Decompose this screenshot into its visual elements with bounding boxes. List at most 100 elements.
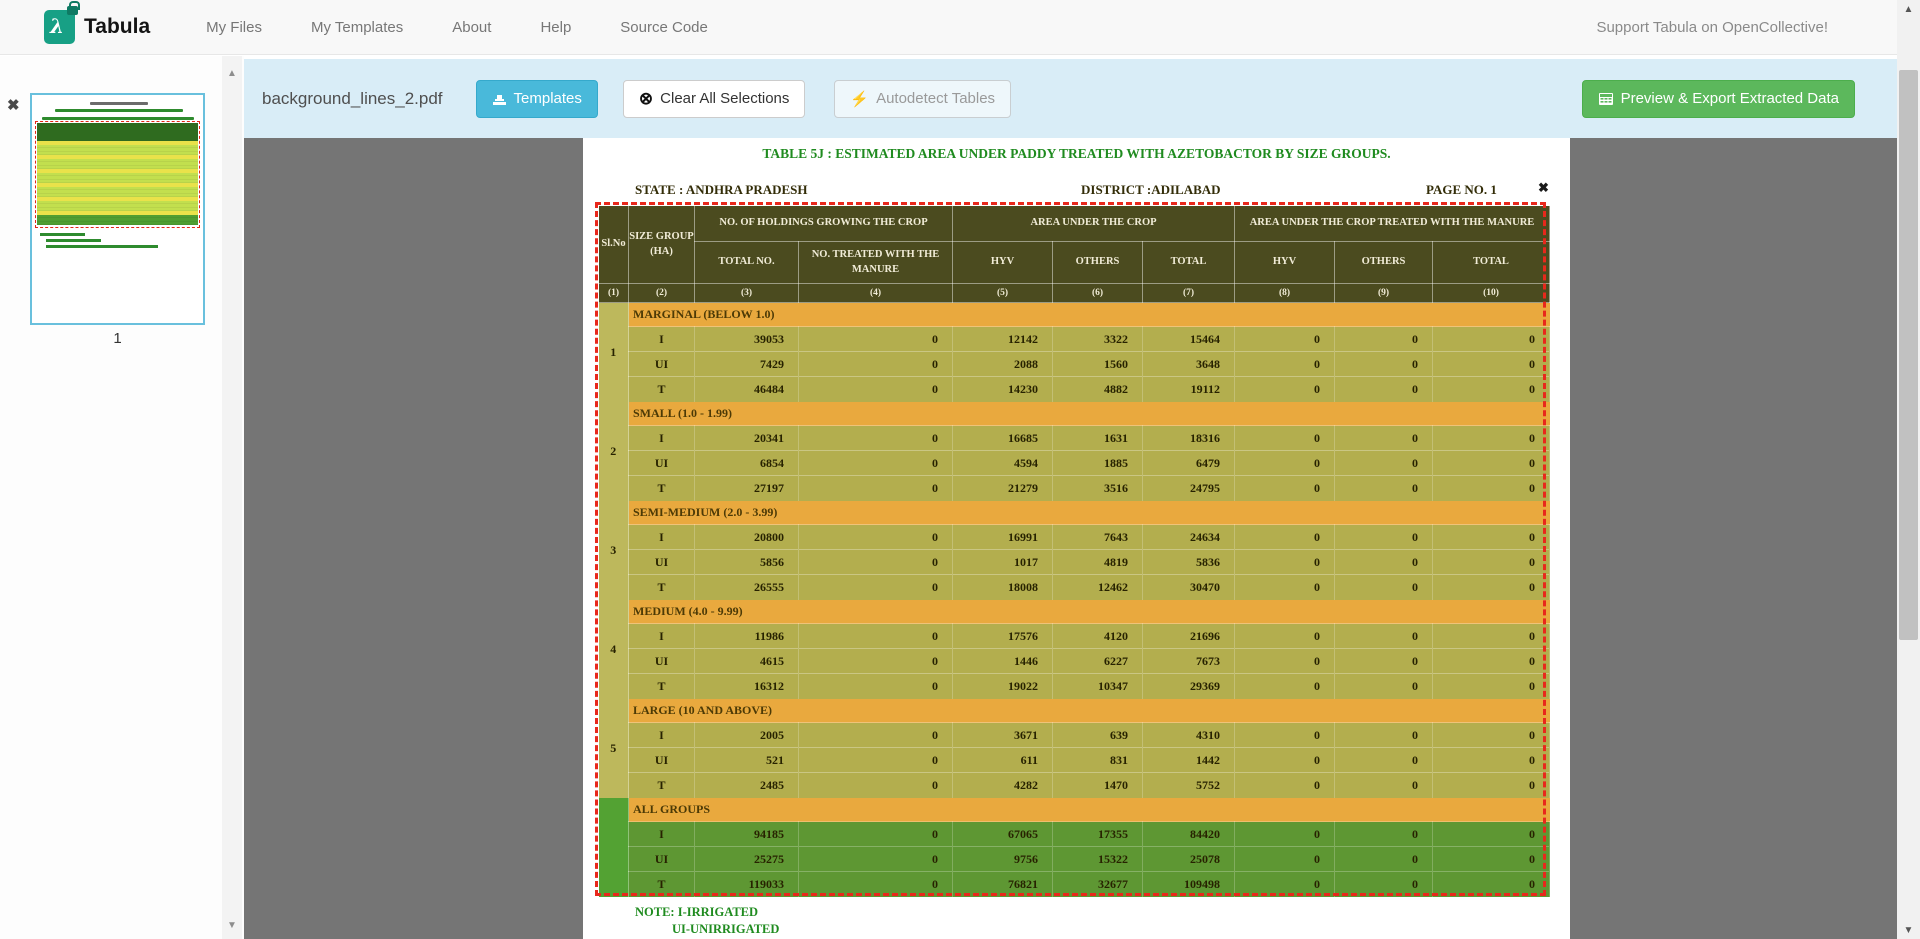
value-cell: 6479 — [1143, 451, 1235, 476]
row-type-cell: T — [629, 476, 695, 501]
value-cell: 0 — [1235, 847, 1335, 872]
sidebar-scroll-down-icon[interactable]: ▼ — [222, 920, 242, 931]
value-cell: 0 — [1335, 773, 1433, 798]
table-row: UI46150144662277673000 — [599, 649, 1550, 674]
value-cell: 0 — [1433, 773, 1550, 798]
pdf-table-body: 1MARGINAL (BELOW 1.0)I390530121423322154… — [599, 303, 1550, 897]
clear-all-selections-button[interactable]: ⊗ Clear All Selections — [623, 80, 805, 118]
value-cell: 0 — [1235, 822, 1335, 847]
toolbar: background_lines_2.pdf Templates ⊗ Clear… — [244, 59, 1897, 138]
page-thumbnail[interactable] — [30, 93, 205, 325]
support-link[interactable]: Support Tabula on OpenCollective! — [1596, 19, 1828, 36]
value-cell: 0 — [1235, 426, 1335, 451]
row-type-cell: UI — [629, 550, 695, 575]
thumbnail-page-number: 1 — [30, 330, 205, 347]
value-cell: 10347 — [1053, 674, 1143, 699]
value-cell: 67065 — [953, 822, 1053, 847]
value-cell: 0 — [1335, 327, 1433, 352]
selection-close-button[interactable]: ✖ — [1538, 180, 1549, 196]
value-cell: 2088 — [953, 352, 1053, 377]
pdf-table-title: TABLE 5J : ESTIMATED AREA UNDER PADDY TR… — [583, 146, 1570, 162]
thumb-table-body — [37, 141, 198, 225]
value-cell: 24634 — [1143, 525, 1235, 550]
value-cell: 0 — [1235, 773, 1335, 798]
pdf-note-line: UI-UNIRRIGATED — [672, 922, 779, 937]
templates-button[interactable]: Templates — [476, 80, 598, 118]
header-area-group: AREA UNDER THE CROP — [953, 206, 1235, 242]
row-type-cell: I — [629, 723, 695, 748]
value-cell: 16312 — [695, 674, 799, 699]
sidebar-scrollbar[interactable]: ▲ ▼ — [222, 56, 242, 939]
value-cell: 0 — [1335, 451, 1433, 476]
thumb-subtitle-line — [55, 109, 183, 112]
value-cell: 29369 — [1143, 674, 1235, 699]
row-type-cell: T — [629, 773, 695, 798]
value-cell: 0 — [799, 550, 953, 575]
column-number-cell: (9) — [1335, 284, 1433, 303]
value-cell: 0 — [1433, 847, 1550, 872]
nav-link-source-code[interactable]: Source Code — [620, 19, 708, 36]
value-cell: 0 — [1433, 377, 1550, 402]
nav-link-help[interactable]: Help — [540, 19, 571, 36]
value-cell: 19112 — [1143, 377, 1235, 402]
value-cell: 0 — [799, 476, 953, 501]
thumb-mini-table — [37, 123, 198, 225]
clear-button-label: Clear All Selections — [660, 90, 789, 107]
brand-name: Tabula — [84, 15, 150, 39]
slno-cell: 1 — [599, 303, 629, 402]
header-column-numbers: (1)(2)(3)(4)(5)(6)(7)(8)(9)(10) — [599, 284, 1550, 303]
value-cell: 0 — [1335, 426, 1433, 451]
value-cell: 0 — [1433, 525, 1550, 550]
header-slno: Sl.No — [599, 206, 629, 284]
row-type-cell: T — [629, 872, 695, 897]
group-band: SEMI-MEDIUM (2.0 - 3.99) — [629, 501, 1550, 525]
value-cell: 2485 — [695, 773, 799, 798]
header-treated-group: AREA UNDER THE CROP TREATED WITH THE MAN… — [1235, 206, 1550, 242]
value-cell: 0 — [799, 451, 953, 476]
sidebar-scroll-up-icon[interactable]: ▲ — [222, 68, 242, 79]
nav-link-about[interactable]: About — [452, 19, 491, 36]
value-cell: 0 — [799, 822, 953, 847]
brand[interactable]: λ Tabula — [44, 10, 150, 44]
page-scrollbar[interactable]: ▲ ▼ — [1897, 0, 1920, 939]
preview-export-button[interactable]: Preview & Export Extracted Data — [1582, 80, 1855, 118]
value-cell: 0 — [1235, 377, 1335, 402]
value-cell: 12142 — [953, 327, 1053, 352]
value-cell: 0 — [799, 352, 953, 377]
row-type-cell: T — [629, 575, 695, 600]
nav-link-my-templates[interactable]: My Templates — [311, 19, 403, 36]
lock-icon — [67, 6, 78, 15]
templates-icon — [492, 92, 507, 106]
value-cell: 7429 — [695, 352, 799, 377]
value-cell: 521 — [695, 748, 799, 773]
row-type-cell: UI — [629, 451, 695, 476]
scroll-down-icon[interactable]: ▼ — [1897, 925, 1920, 936]
column-number-cell: (6) — [1053, 284, 1143, 303]
pdf-viewer[interactable]: TABLE 5J : ESTIMATED AREA UNDER PADDY TR… — [244, 138, 1897, 939]
value-cell: 21279 — [953, 476, 1053, 501]
header-no-treated: NO. TREATED WITH THE MANURE — [799, 242, 953, 284]
value-cell: 611 — [953, 748, 1053, 773]
group-band: MEDIUM (4.0 - 9.99) — [629, 600, 1550, 624]
value-cell: 0 — [799, 525, 953, 550]
value-cell: 9756 — [953, 847, 1053, 872]
value-cell: 0 — [1335, 847, 1433, 872]
pdf-table: Sl.No SIZE GROUP (HA) NO. OF HOLDINGS GR… — [598, 205, 1550, 897]
pdf-page[interactable]: TABLE 5J : ESTIMATED AREA UNDER PADDY TR… — [583, 138, 1570, 939]
remove-page-button[interactable]: ✖ — [7, 96, 20, 114]
header-size-group: SIZE GROUP (HA) — [629, 206, 695, 284]
value-cell: 0 — [1235, 575, 1335, 600]
scrollbar-thumb[interactable] — [1899, 70, 1918, 640]
autodetect-tables-button[interactable]: ⚡ Autodetect Tables — [834, 80, 1011, 118]
scroll-up-icon[interactable]: ▲ — [1897, 4, 1920, 15]
thumb-note-line — [46, 239, 101, 242]
value-cell: 0 — [799, 649, 953, 674]
header-hyv-1: HYV — [953, 242, 1053, 284]
nav-link-my-files[interactable]: My Files — [206, 19, 262, 36]
value-cell: 24795 — [1143, 476, 1235, 501]
sidebar: ✖ 1 ▲ ▼ — [0, 56, 244, 939]
value-cell: 0 — [1433, 872, 1550, 897]
value-cell: 1885 — [1053, 451, 1143, 476]
value-cell: 6854 — [695, 451, 799, 476]
value-cell: 0 — [1235, 872, 1335, 897]
